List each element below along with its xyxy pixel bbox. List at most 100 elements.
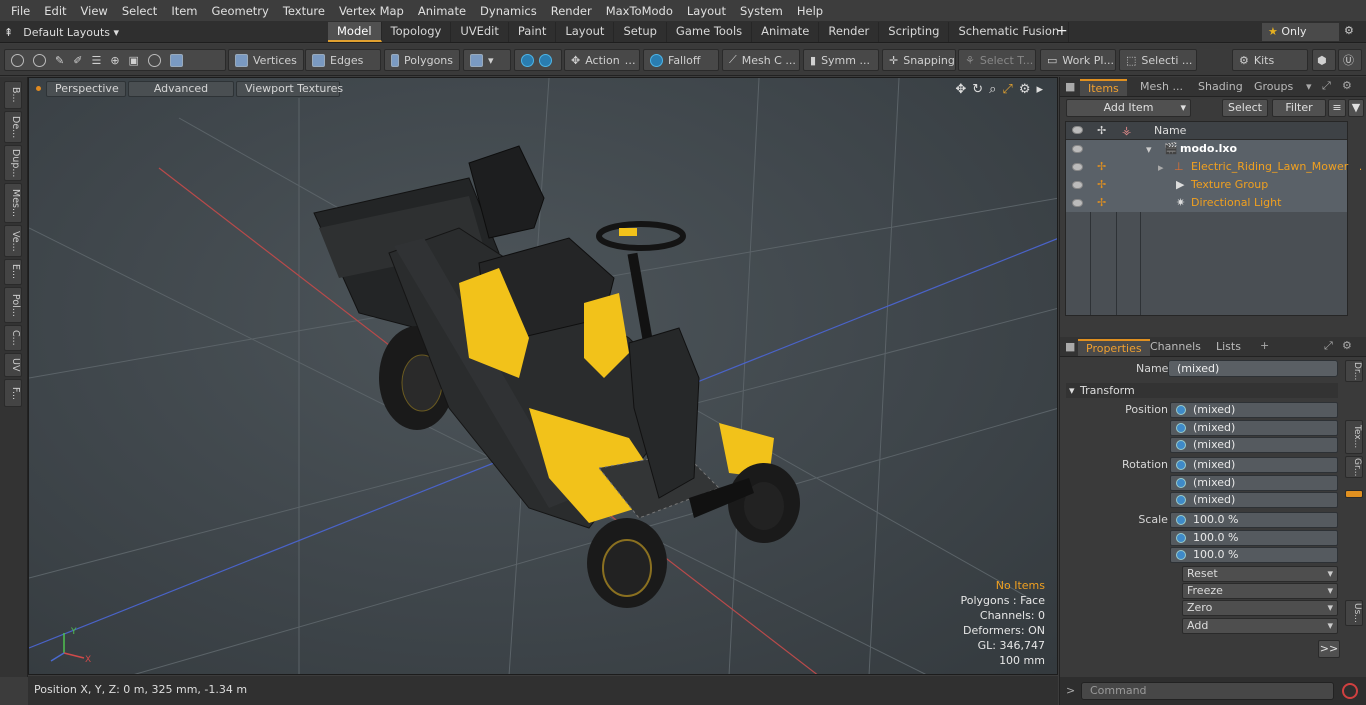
item-mode-button[interactable]: ▾ — [463, 49, 511, 71]
keyframe-dot-icon[interactable] — [1176, 460, 1186, 470]
select-through-button[interactable]: ⚘ Select T... — [958, 49, 1036, 71]
scale-y-field[interactable]: 100.0 % — [1170, 530, 1338, 546]
tree-row-light[interactable]: ✢ ✷ Directional Light — [1066, 194, 1347, 212]
vertices-button[interactable]: Vertices — [228, 49, 304, 71]
viewport-menu-dot-icon[interactable] — [36, 86, 41, 91]
rotation-y-field[interactable]: (mixed) — [1170, 475, 1338, 491]
selection-sets-button[interactable]: ⬚ Selecti ... — [1119, 49, 1197, 71]
position-x-field[interactable]: (mixed) — [1170, 402, 1338, 418]
props-menu-dot-icon[interactable]: ■ — [1065, 340, 1075, 353]
keyframe-dot-icon[interactable] — [1176, 533, 1186, 543]
funnel-icon[interactable]: ▼ — [1348, 99, 1364, 117]
position-y-field[interactable]: (mixed) — [1170, 420, 1338, 436]
cube-app-button[interactable]: ⬢ — [1312, 49, 1336, 71]
falloff-button[interactable]: Falloff — [643, 49, 719, 71]
list-options-icon[interactable]: ≡ — [1328, 99, 1346, 117]
left-tab-deform[interactable]: De... — [4, 111, 22, 143]
pan-icon[interactable]: ✥ — [955, 82, 966, 97]
props-expand-icon[interactable]: ⤢ — [1324, 339, 1333, 353]
side-tab-drawing[interactable]: Dr... — [1345, 360, 1363, 382]
zero-dropdown[interactable]: Zero — [1182, 600, 1338, 616]
symmetry-button[interactable]: ▮ Symm ... — [803, 49, 879, 71]
mesh-constraints-button[interactable]: ⟋ Mesh C ... — [722, 49, 800, 71]
lawn-mower-model[interactable] — [313, 145, 800, 608]
add-dropdown[interactable]: Add — [1182, 618, 1338, 634]
transform-section-header[interactable]: ▾ Transform — [1066, 383, 1338, 398]
keyframe-dot-icon[interactable] — [1176, 478, 1186, 488]
edges-button[interactable]: Edges — [305, 49, 381, 71]
gear-icon[interactable]: ⚙ — [1344, 24, 1354, 37]
position-z-field[interactable]: (mixed) — [1170, 437, 1338, 453]
left-tab-edge[interactable]: E... — [4, 259, 22, 285]
menu-dynamics[interactable]: Dynamics — [473, 4, 544, 18]
menu-system[interactable]: System — [733, 4, 790, 18]
3d-viewport[interactable]: Y X Perspective Advanced Viewport Textur… — [28, 77, 1058, 675]
menu-texture[interactable]: Texture — [276, 4, 332, 18]
rotate-icon[interactable]: ↻ — [972, 82, 983, 97]
scale-z-field[interactable]: 100.0 % — [1170, 547, 1338, 563]
tab-channels[interactable]: Channels — [1142, 339, 1209, 356]
left-tab-fusion[interactable]: F... — [4, 379, 22, 407]
side-marker-icon[interactable] — [1345, 490, 1363, 498]
select-button[interactable]: Select — [1222, 99, 1268, 117]
menu-help[interactable]: Help — [790, 4, 830, 18]
keyframe-dot-icon[interactable] — [1176, 440, 1186, 450]
menu-select[interactable]: Select — [115, 4, 164, 18]
circle-select-icon[interactable] — [11, 53, 24, 67]
pen-icon[interactable]: ✎ — [55, 54, 64, 67]
left-tab-uv[interactable]: UV — [4, 353, 22, 377]
layouts-dropdown[interactable]: ⇞ Default Layouts ▾ — [4, 23, 119, 41]
menu-animate[interactable]: Animate — [411, 4, 473, 18]
tab-paint[interactable]: Paint — [509, 22, 557, 42]
sphere-icon[interactable] — [147, 53, 161, 67]
tree-row-texture-group[interactable]: ✢ ▶ Texture Group — [1066, 176, 1347, 194]
item-list-scrollbar[interactable] — [1350, 121, 1360, 316]
expand-arrow-icon[interactable]: ▾ — [1146, 143, 1152, 156]
globe-icon[interactable] — [33, 53, 46, 67]
viewport-gear-icon[interactable]: ⚙ — [1019, 82, 1031, 97]
tab-topology[interactable]: Topology — [382, 22, 452, 42]
menu-geometry[interactable]: Geometry — [205, 4, 276, 18]
filter-button[interactable]: Filter — [1272, 99, 1326, 117]
snapping-button[interactable]: ✛ Snapping — [882, 49, 956, 71]
collapse-arrow-icon[interactable]: ▸ — [1158, 161, 1164, 174]
rotation-x-field[interactable]: (mixed) — [1170, 457, 1338, 473]
props-gear-icon[interactable]: ⚙ — [1342, 339, 1352, 352]
keyframe-dot-icon[interactable] — [1176, 550, 1186, 560]
panel-gear-icon[interactable]: ⚙ — [1342, 79, 1352, 92]
shield-icon[interactable] — [169, 53, 183, 67]
layout-expand-icon[interactable]: ⇞ — [4, 26, 13, 39]
viewport-expand-icon[interactable]: ▸ — [1036, 82, 1043, 97]
eye-icon[interactable] — [1072, 181, 1083, 189]
tab-shading[interactable]: Shading — [1190, 79, 1251, 96]
panel-expand-icon[interactable]: ⤢ — [1322, 79, 1331, 93]
fit-icon[interactable]: ⤢ — [1002, 82, 1012, 97]
keyframe-dot-icon[interactable] — [1176, 515, 1186, 525]
keyframe-dot-icon[interactable] — [1176, 495, 1186, 505]
tab-game-tools[interactable]: Game Tools — [667, 22, 753, 42]
add-item-button[interactable]: Add Item ▾ — [1066, 99, 1191, 117]
advanced-button[interactable]: Advanced — [128, 81, 234, 97]
visibility-header-icon[interactable] — [1072, 126, 1083, 134]
tab-animate[interactable]: Animate — [752, 22, 820, 42]
left-tab-basic[interactable]: B... — [4, 81, 22, 109]
lock-icon[interactable]: ✢ — [1097, 161, 1108, 172]
freeze-dropdown[interactable]: Freeze — [1182, 583, 1338, 599]
menu-layout[interactable]: Layout — [680, 4, 733, 18]
tab-lists[interactable]: Lists — [1208, 339, 1249, 356]
tree-row-scene[interactable]: ▾ 🎬 modo.lxo — [1066, 140, 1347, 158]
record-macro-icon[interactable] — [1342, 683, 1358, 699]
tabs-chevron-down-icon[interactable]: ▾ — [1306, 80, 1312, 93]
scale-x-field[interactable]: 100.0 % — [1170, 512, 1338, 528]
tab-layout[interactable]: Layout — [556, 22, 615, 42]
kits-button[interactable]: ⚙ Kits — [1232, 49, 1308, 71]
zoom-icon[interactable]: ⌕ — [989, 82, 996, 97]
left-tab-polygon[interactable]: Pol... — [4, 287, 22, 323]
tree-row-mesh[interactable]: ✢ ▸ ⊥ Electric_Riding_Lawn_Mower ... — [1066, 158, 1362, 176]
keyframe-dot-icon[interactable] — [1176, 405, 1186, 415]
more-button[interactable]: >> — [1318, 640, 1340, 658]
left-tab-duplicate[interactable]: Dup... — [4, 145, 22, 181]
left-tab-curve[interactable]: C... — [4, 325, 22, 351]
tab-setup[interactable]: Setup — [614, 22, 667, 42]
menu-maxtomodo[interactable]: MaxToModo — [599, 4, 680, 18]
